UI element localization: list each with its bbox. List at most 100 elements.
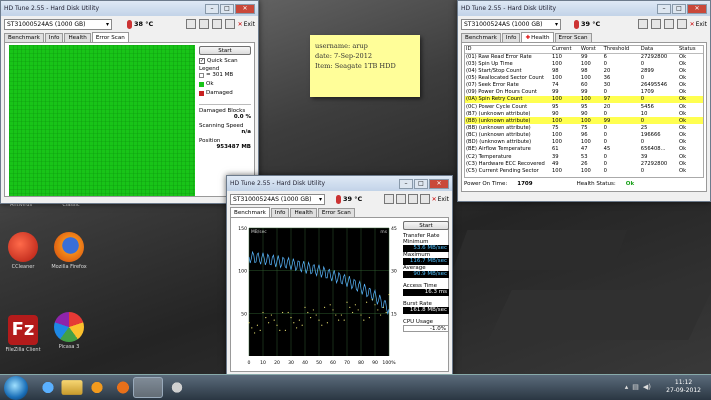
minimize-button[interactable]: – <box>205 3 219 14</box>
tab-benchmark[interactable]: Benchmark <box>4 33 44 42</box>
taskbar: ▴ ▤ ◀) 11:12 27-09-2012 <box>0 374 711 400</box>
access-time-point <box>380 314 382 316</box>
sticky-note[interactable]: username: arup date: 7-Sep-2012 Item: Se… <box>310 35 420 97</box>
table-row[interactable]: (04) Start/Stop Count 98 98 20 2899 Ok <box>465 67 703 74</box>
close-button[interactable]: ✕ <box>235 3 255 14</box>
x-tick-label: 70 <box>344 360 350 366</box>
copy-icon[interactable] <box>637 19 648 29</box>
copy-info-icon[interactable] <box>198 19 209 29</box>
taskbar-ie-icon[interactable] <box>33 377 63 398</box>
tab-health[interactable]: Health <box>64 33 91 42</box>
tab-benchmark[interactable]: Benchmark <box>461 33 501 42</box>
tab-health[interactable]: Health <box>290 208 317 217</box>
taskbar-hdtune-icon[interactable] <box>133 377 163 398</box>
table-row[interactable]: (0A) Spin Retry Count 100 100 97 0 Ok <box>465 95 703 103</box>
taskbar-explorer-icon[interactable] <box>61 380 83 395</box>
table-cell: Ok <box>679 110 687 117</box>
column-header[interactable]: Worst <box>579 46 603 54</box>
close-button[interactable]: ✕ <box>687 3 707 14</box>
copy-info-icon[interactable] <box>650 19 661 29</box>
start-button-orb[interactable] <box>4 376 28 400</box>
table-row[interactable]: (09) Power On Hours Count 99 99 0 1709 Ok <box>465 89 703 96</box>
maximize-button[interactable]: □ <box>220 3 234 14</box>
column-header[interactable]: Current <box>551 46 580 54</box>
table-cell: 75 <box>580 124 588 131</box>
copy-icon[interactable] <box>383 194 394 204</box>
column-header[interactable]: ID <box>465 46 551 54</box>
table-row[interactable]: (C2) Temperature 39 53 0 39 Ok <box>465 153 703 160</box>
copy-icon[interactable] <box>185 19 196 29</box>
save-icon[interactable] <box>663 19 674 29</box>
desktop-icon-ccleaner[interactable]: CCleaner <box>2 232 44 270</box>
tab-benchmark[interactable]: Benchmark <box>230 207 270 217</box>
table-cell: 53 <box>580 153 588 160</box>
tab-error-scan[interactable]: Error Scan <box>317 208 355 217</box>
minimize-button[interactable]: – <box>399 178 413 189</box>
options-icon[interactable] <box>676 19 687 29</box>
maximize-button[interactable]: □ <box>414 178 428 189</box>
title-bar: HD Tune 2.55 - Hard Disk Utility – □ ✕ <box>227 176 452 191</box>
maximize-button[interactable]: □ <box>672 3 686 14</box>
column-header[interactable]: Threshold <box>602 46 640 54</box>
options-icon[interactable] <box>224 19 235 29</box>
x-tick-label: 0 <box>248 360 251 366</box>
drive-select[interactable]: ST31000524AS (1000 GB) ▾ <box>4 18 112 30</box>
table-cell: 20 <box>603 103 611 110</box>
options-icon[interactable] <box>419 194 430 204</box>
table-row[interactable]: (03) Spin Up Time 100 100 0 0 Ok <box>465 60 703 67</box>
desktop-icon-filezilla[interactable]: Fz FileZilla Client <box>2 315 44 353</box>
close-button[interactable]: ✕ <box>429 178 449 189</box>
exit-button[interactable]: ✕ Exit <box>432 196 449 203</box>
volume-icon[interactable]: ◀) <box>643 383 651 391</box>
exit-button[interactable]: ✕ Exit <box>690 21 707 28</box>
table-row[interactable]: (01) Raw Read Error Rate 110 99 6 27292800 Ok <box>465 53 703 60</box>
y-left-tick-label: 50 <box>241 311 247 317</box>
desktop-icon-picasa[interactable]: Picasa 3 <box>48 312 90 350</box>
save-icon[interactable] <box>407 194 418 204</box>
table-row[interactable]: (C5) Current Pending Sector 100 100 0 0 Ok <box>465 167 703 174</box>
start-button[interactable]: Start <box>199 46 251 55</box>
table-cell: Ok <box>679 67 687 74</box>
table-cell: 0 <box>640 60 645 67</box>
table-row[interactable]: (BB) (unknown attribute) 75 75 0 25 Ok <box>465 124 703 131</box>
network-icon[interactable]: ▤ <box>632 383 639 391</box>
x-tick-label: 30 <box>288 360 294 366</box>
table-row[interactable]: (B8) (unknown attribute) 100 100 99 0 Ok <box>465 117 703 125</box>
tab-health[interactable]: ✚ Health <box>521 32 554 42</box>
table-cell: (BD) (unknown attribute) <box>466 139 532 146</box>
table-row[interactable]: (05) Reallocated Sector Count 100 100 36 0 Ok <box>465 74 703 81</box>
drive-select[interactable]: ST31000524AS (1000 GB) ▾ <box>230 193 325 205</box>
table-row[interactable]: (C3) Hardware ECC Recovered 49 26 0 27292800… <box>465 160 703 167</box>
table-row[interactable]: (07) Seek Error Rate 74 60 30 26495546 Ok <box>465 82 703 89</box>
tab-info[interactable]: Info <box>44 33 64 42</box>
copy-info-icon[interactable] <box>395 194 406 204</box>
quick-scan-checkbox[interactable]: ✓ Quick Scan <box>199 58 251 64</box>
tray-arrow-icon[interactable]: ▴ <box>625 383 629 391</box>
table-row[interactable]: (0C) Power Cycle Count 95 95 20 5456 Ok <box>465 103 703 110</box>
column-header[interactable]: Status <box>678 46 703 54</box>
sticky-date: date: 7-Sep-2012 <box>315 52 373 60</box>
exit-button[interactable]: ✕ Exit <box>238 21 255 28</box>
table-row[interactable]: (BC) (unknown attribute) 100 96 0 196666 Ok <box>465 132 703 139</box>
access-time-point <box>360 314 362 316</box>
tab-info[interactable]: Info <box>270 208 290 217</box>
table-cell: 61 <box>552 146 559 153</box>
minimize-button[interactable]: – <box>657 3 671 14</box>
clock[interactable]: 11:12 27-09-2012 <box>666 379 701 395</box>
table-cell: 0 <box>603 153 607 160</box>
desktop-icon-firefox[interactable]: Mozilla Firefox <box>48 232 90 270</box>
table-row[interactable]: (B7) (unknown attribute) 90 90 0 10 Ok <box>465 110 703 117</box>
taskbar-app-icon[interactable] <box>162 377 192 398</box>
drive-select[interactable]: ST31000524AS (1000 GB) ▾ <box>461 18 561 30</box>
start-button[interactable]: Start <box>403 221 449 230</box>
table-row[interactable]: (BD) (unknown attribute) 100 100 0 0 Ok <box>465 139 703 146</box>
tab-info[interactable]: Info <box>501 33 521 42</box>
table-row[interactable]: (BE) Airflow Temperature 61 47 45 656408... O… <box>465 146 703 153</box>
table-cell: 98 <box>580 67 588 74</box>
tab-error-scan[interactable]: Error Scan <box>91 32 129 42</box>
save-icon[interactable] <box>211 19 222 29</box>
tab-error-scan[interactable]: Error Scan <box>554 33 592 42</box>
column-header[interactable]: Data <box>639 46 679 54</box>
access-time-point <box>368 317 370 319</box>
access-time-point <box>290 317 292 319</box>
